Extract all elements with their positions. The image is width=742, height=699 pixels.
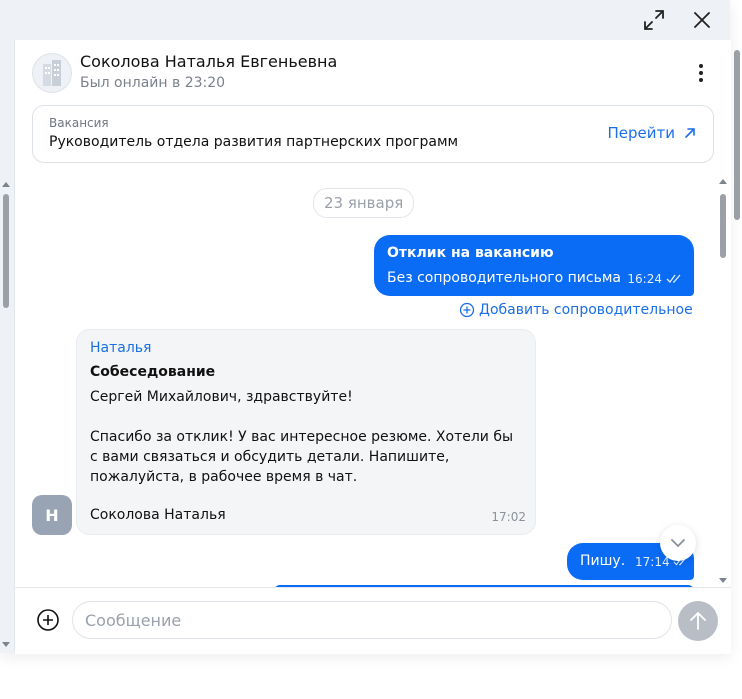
message-time: 17:14 — [635, 555, 670, 569]
building-icon — [43, 60, 61, 86]
more-dot — [699, 71, 703, 75]
scroll-to-bottom-button[interactable] — [660, 525, 696, 561]
message-input[interactable] — [72, 601, 672, 639]
outgoing-message: Отклик на вакансию Без сопроводительного… — [374, 235, 694, 296]
window-topbar — [0, 0, 730, 40]
arrow-up-right-icon — [685, 128, 695, 138]
message-text: Без сопроводительного письма — [387, 270, 621, 286]
message-text: Сергей Михайлович, здравствуйте! Спасибо… — [90, 389, 514, 485]
page-scrollbar[interactable] — [732, 46, 742, 226]
vacancy-card: Вакансия Руководитель отдела развития па… — [32, 105, 714, 163]
message-signature: Соколова Наталья — [90, 507, 226, 523]
message-sender[interactable]: Наталья — [90, 340, 151, 356]
chevron-down-icon — [671, 539, 685, 548]
expand-icon — [644, 10, 664, 30]
message-list: 23 января Отклик на вакансию Без сопрово… — [15, 175, 731, 587]
scroll-up-arrow-icon[interactable] — [2, 182, 10, 187]
date-separator: 23 января — [313, 188, 415, 218]
incoming-message: Наталья Собеседование Сергей Михайлович,… — [76, 329, 536, 535]
message-title: Собеседование — [90, 364, 216, 380]
scroll-up-arrow-icon[interactable] — [719, 179, 727, 184]
message-composer — [15, 587, 731, 654]
attach-button[interactable] — [36, 608, 60, 632]
vacancy-go-label: Перейти — [607, 124, 676, 142]
vacancy-label: Вакансия — [49, 116, 109, 130]
contact-name: Соколова Наталья Евгеньевна — [80, 52, 338, 71]
close-icon — [694, 12, 710, 28]
send-button[interactable] — [678, 601, 718, 641]
chat-scrollbar[interactable] — [716, 179, 730, 583]
message-time: 17:02 — [491, 510, 526, 524]
message-title: Отклик на вакансию — [387, 245, 554, 261]
message-text: Пишу. — [580, 553, 626, 569]
close-button[interactable] — [686, 4, 718, 36]
sender-avatar: Н — [32, 495, 72, 535]
more-dot — [699, 78, 703, 82]
more-dots-icon — [699, 64, 703, 68]
left-scroll-thumb[interactable] — [3, 194, 9, 308]
arrow-up-icon — [690, 611, 706, 630]
scroll-down-arrow-icon[interactable] — [719, 578, 727, 583]
double-check-icon — [666, 274, 681, 284]
chat-scroll-thumb[interactable] — [720, 194, 726, 258]
vacancy-title: Руководитель отдела развития партнерских… — [49, 134, 459, 150]
plus-circle-icon — [459, 302, 475, 318]
more-menu-button[interactable] — [691, 60, 711, 86]
add-cover-letter-link[interactable]: Добавить сопроводительное — [459, 302, 693, 318]
company-avatar — [32, 53, 72, 93]
vacancy-go-link[interactable]: Перейти — [608, 124, 698, 142]
add-cover-label: Добавить сопроводительное — [479, 302, 693, 318]
expand-button[interactable] — [638, 4, 670, 36]
contact-status: Был онлайн в 23:20 — [80, 75, 226, 91]
left-scrollbar[interactable] — [0, 178, 12, 653]
message-meta: 16:24 — [627, 272, 682, 286]
message-time: 16:24 — [627, 272, 662, 286]
page-scroll-thumb[interactable] — [734, 50, 740, 220]
chat-panel: Соколова Наталья Евгеньевна Был онлайн в… — [14, 40, 731, 654]
chat-window: Соколова Наталья Евгеньевна Был онлайн в… — [0, 0, 731, 654]
chat-header: Соколова Наталья Евгеньевна Был онлайн в… — [15, 40, 731, 104]
plus-circle-icon — [37, 609, 59, 631]
scroll-down-arrow-icon[interactable] — [2, 642, 10, 647]
